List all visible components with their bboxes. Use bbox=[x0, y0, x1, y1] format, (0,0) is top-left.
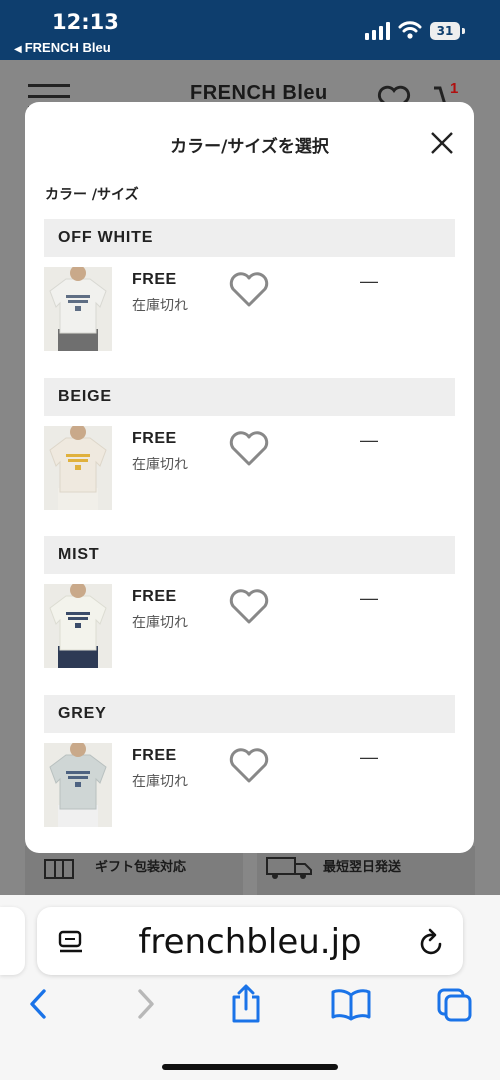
modal-title: カラー/サイズを選択 bbox=[170, 137, 329, 157]
feature-fast-shipping: 最短翌日発送 bbox=[257, 846, 475, 896]
section-label: カラー /サイズ bbox=[45, 187, 139, 203]
variant-group: BEIGE FREE 在庫切れ — bbox=[44, 378, 455, 536]
reload-icon[interactable] bbox=[418, 927, 446, 957]
variant-group: MIST FREE 在庫切れ — bbox=[44, 536, 455, 694]
variant-row: FREE 在庫切れ — bbox=[44, 733, 455, 853]
quantity-placeholder: — bbox=[360, 588, 378, 608]
product-thumbnail bbox=[44, 584, 112, 668]
variant-row: FREE 在庫切れ — bbox=[44, 257, 455, 377]
truck-icon bbox=[266, 857, 312, 879]
product-thumbnail bbox=[44, 426, 112, 510]
size-label: FREE bbox=[132, 588, 177, 605]
feature-shipping-label: 最短翌日発送 bbox=[323, 859, 402, 874]
stock-status: 在庫切れ bbox=[132, 298, 188, 314]
back-app-label: FRENCH Bleu bbox=[24, 40, 111, 55]
cellular-signal-icon bbox=[365, 22, 390, 40]
gift-icon bbox=[44, 859, 74, 879]
product-thumbnail bbox=[44, 267, 112, 351]
status-bar: 12:13 ◀ FRENCH Bleu 31 bbox=[0, 0, 500, 60]
url-text: frenchbleu.jp bbox=[138, 922, 362, 962]
back-to-app-link[interactable]: ◀ FRENCH Bleu bbox=[14, 40, 111, 55]
quantity-placeholder: — bbox=[360, 271, 378, 291]
color-header: OFF WHITE bbox=[44, 219, 455, 257]
wifi-icon bbox=[398, 21, 422, 39]
feature-gift-wrap: ギフト包装対応 bbox=[25, 846, 243, 896]
previous-tab-card[interactable] bbox=[0, 907, 25, 975]
product-thumbnail bbox=[44, 743, 112, 827]
browser-bottom-bar: frenchbleu.jp bbox=[0, 895, 500, 1080]
home-indicator bbox=[162, 1064, 338, 1070]
stock-status: 在庫切れ bbox=[132, 774, 188, 790]
color-size-modal: カラー/サイズを選択 カラー /サイズ OFF WHITE FREE 在庫切れ … bbox=[25, 102, 474, 853]
quantity-placeholder: — bbox=[360, 430, 378, 450]
stock-status: 在庫切れ bbox=[132, 615, 188, 631]
variant-row: FREE 在庫切れ — bbox=[44, 416, 455, 536]
color-header: BEIGE bbox=[44, 378, 455, 416]
tabs-icon[interactable] bbox=[436, 987, 474, 1023]
share-icon[interactable] bbox=[228, 983, 264, 1025]
quantity-placeholder: — bbox=[360, 747, 378, 767]
battery-tip bbox=[462, 28, 465, 34]
variant-row: FREE 在庫切れ — bbox=[44, 574, 455, 694]
favorite-heart-icon[interactable] bbox=[228, 271, 270, 309]
size-label: FREE bbox=[132, 271, 177, 288]
clock: 12:13 bbox=[52, 10, 119, 34]
cart-count-badge: 1 bbox=[450, 80, 459, 97]
favorite-heart-icon[interactable] bbox=[228, 747, 270, 785]
variant-group: GREY FREE 在庫切れ — bbox=[44, 695, 455, 853]
battery-icon: 31 bbox=[430, 22, 460, 40]
bookmarks-icon[interactable] bbox=[331, 987, 371, 1021]
back-triangle-icon: ◀ bbox=[14, 44, 22, 55]
size-label: FREE bbox=[132, 747, 177, 764]
back-icon[interactable] bbox=[24, 987, 52, 1021]
feature-gift-label: ギフト包装対応 bbox=[95, 859, 187, 874]
stock-status: 在庫切れ bbox=[132, 457, 188, 473]
color-header: MIST bbox=[44, 536, 455, 574]
variant-group: OFF WHITE FREE 在庫切れ — bbox=[44, 219, 455, 377]
favorite-heart-icon[interactable] bbox=[228, 588, 270, 626]
close-icon[interactable] bbox=[427, 128, 457, 158]
favorite-heart-icon[interactable] bbox=[228, 430, 270, 468]
forward-icon[interactable] bbox=[132, 987, 160, 1021]
address-bar[interactable]: frenchbleu.jp bbox=[37, 907, 463, 975]
color-header: GREY bbox=[44, 695, 455, 733]
size-label: FREE bbox=[132, 430, 177, 447]
